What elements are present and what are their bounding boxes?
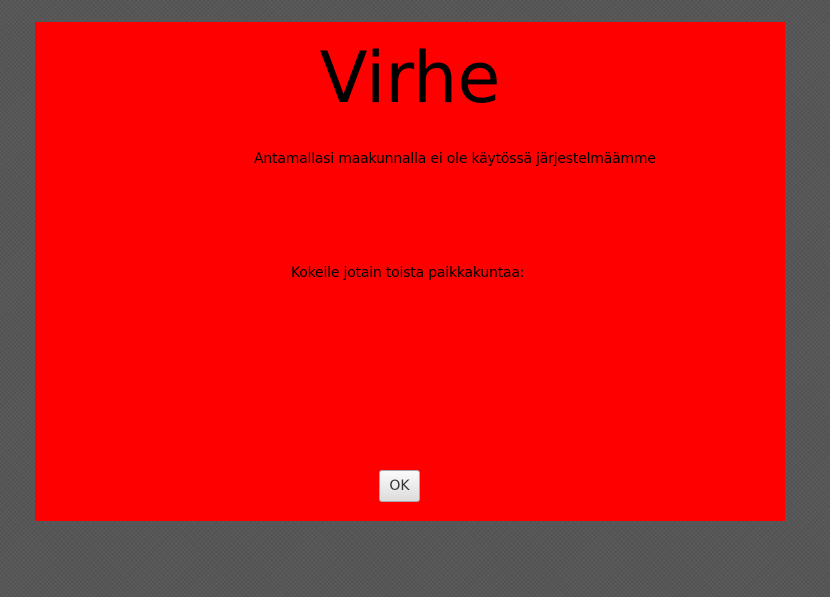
ok-button[interactable]: OK <box>379 470 420 502</box>
hint-text: Kokeile jotain toista paikkakuntaa: <box>291 265 525 281</box>
error-dialog: Virhe Antamallasi maakunnalla ei ole käy… <box>35 22 785 521</box>
dialog-title: Virhe <box>319 37 501 119</box>
error-message: Antamallasi maakunnalla ei ole käytössä … <box>254 151 656 167</box>
